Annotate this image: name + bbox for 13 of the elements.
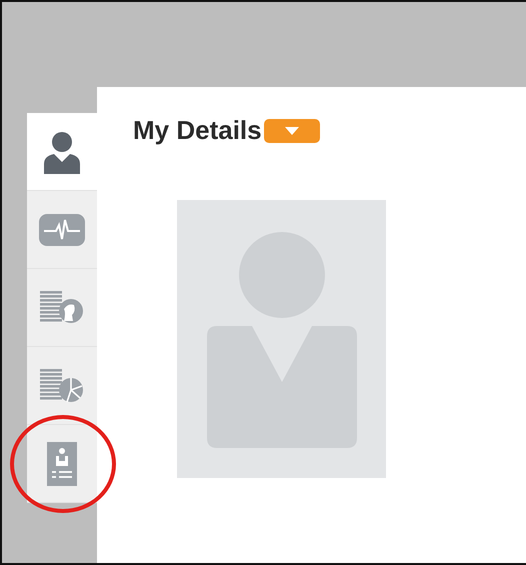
sidebar-tab[interactable] (27, 269, 97, 347)
sidebar-tab[interactable] (27, 347, 97, 425)
person-icon (42, 130, 82, 174)
sidebar-tab[interactable] (27, 113, 97, 191)
caret-icon (284, 126, 299, 134)
section-title: My Details (133, 115, 262, 146)
list-head-icon (40, 290, 84, 324)
id-card-icon (47, 442, 77, 486)
heartbeat-icon (39, 214, 85, 246)
dropdown-button[interactable] (264, 118, 320, 142)
sidebar-tab[interactable] (27, 425, 97, 503)
sidebar-tab[interactable] (27, 191, 97, 269)
list-pie-icon (40, 368, 84, 402)
